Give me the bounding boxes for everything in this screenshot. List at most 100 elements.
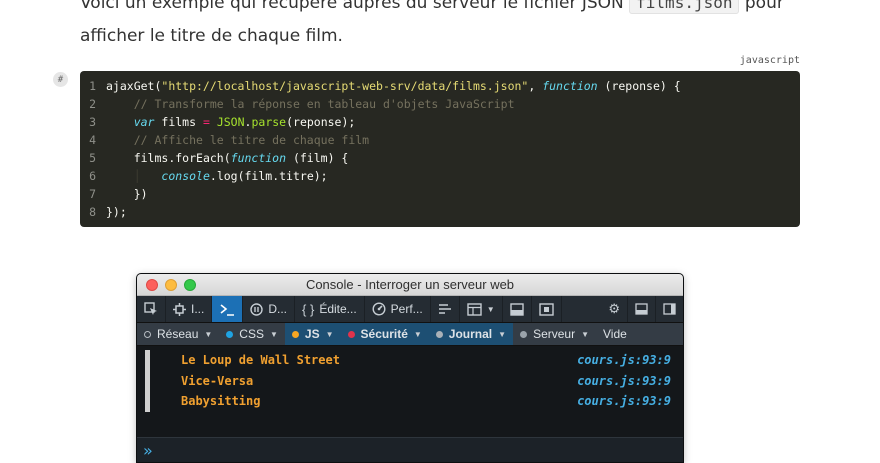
filter-logging-label: Journal [448,327,493,341]
log-source-link[interactable]: cours.js:93:9 [577,371,671,392]
code-token-comment: // Affiche le titre de chaque film [133,133,370,147]
log-message: Babysitting [181,394,261,408]
tab-inspector[interactable]: I... [166,296,213,322]
code-token-operator: = [202,115,210,129]
line-number: 2 [89,97,96,111]
filter-security[interactable]: Sécurité ▼ [340,323,429,345]
chevron-down-icon: ▼ [486,304,495,314]
code-token: (reponse); [286,115,356,129]
filter-logging[interactable]: Journal ▼ [428,323,514,345]
paragraph-text-suffix: pour [739,0,784,13]
article-paragraph: Voici un exemple qui récupère auprès du … [80,0,800,53]
tab-debugger[interactable]: D... [243,296,296,322]
filter-js[interactable]: JS ▼ [284,323,341,345]
line-number: 3 [89,115,96,129]
code-token: }) [133,187,148,201]
code-token: }); [106,205,127,219]
code-token-keyword: console [161,169,210,183]
tab-performance[interactable]: Perf... [365,296,431,322]
window-title: Console - Interroger un serveur web [305,277,515,292]
code-token-comment: // Transforme la réponse en tableau d'ob… [133,97,515,111]
log-source-link[interactable]: cours.js:93:9 [577,391,671,412]
filter-server[interactable]: Serveur ▼ [513,323,596,345]
tab-inspector-label: I... [191,302,205,316]
code-token: (reponse) { [597,79,681,93]
code-line: 4 // Affiche le titre de chaque film [80,131,800,149]
filter-network-label: Réseau [157,327,199,341]
code-token-string: "http://localhost/javascript-web-srv/dat… [161,79,529,93]
devtools-window: Console - Interroger un serveur web I...… [136,273,684,463]
chevron-down-icon: ▼ [204,329,213,339]
code-token-keyword: function [542,79,598,93]
dock-bottom-button[interactable] [628,296,656,322]
dock-side-icon [663,303,676,315]
clear-console-label: Vide [603,327,627,341]
console-icon [220,303,235,316]
css-dot-icon [226,330,234,338]
responsive-design-button[interactable] [532,296,562,322]
code-line: 8 }); [80,203,800,221]
code-line: 3 var films = JSON.parse(reponse); [80,113,800,131]
paragraph-line-2: afficher le titre de chaque film. [80,26,343,46]
code-token-method: parse [251,115,287,129]
dock-side-button[interactable] [656,296,683,322]
settings-button[interactable]: ⚙ [601,296,628,322]
pick-element-button[interactable] [137,296,166,322]
code-token-keyword: var [133,115,155,129]
js-dot-icon [291,330,299,338]
debugger-icon [250,302,264,316]
split-console-button[interactable] [503,296,532,322]
code-line: 1 ajaxGet("http://localhost/javascript-w… [80,77,800,95]
code-token-keyword: function [230,151,287,165]
paragraph-line-1: Voici un exemple qui récupère auprès du … [80,0,800,20]
log-marker [145,350,150,371]
frames-icon [466,302,482,316]
filter-network[interactable]: Réseau ▼ [137,323,219,345]
console-output: Le Loup de Wall Street cours.js:93:9 Vic… [137,347,683,439]
code-line: 5 films.forEach(function (film) { [80,149,800,167]
braces-icon: { } [302,301,315,317]
filter-security-label: Sécurité [360,327,408,341]
code-token: .log(film.titre); [209,169,328,183]
line-number: 1 [89,79,96,93]
console-log-row: Babysitting cours.js:93:9 [137,391,683,412]
log-message: Vice-Versa [181,373,254,388]
tab-console[interactable] [212,296,244,322]
line-number: 7 [89,187,96,201]
console-input[interactable]: » [137,437,683,462]
toolbox-options-dropdown[interactable]: ▼ [460,296,503,322]
filter-css[interactable]: CSS ▼ [219,323,285,345]
line-number: 8 [89,205,96,219]
clear-console-button[interactable]: Vide [596,323,627,345]
tab-style-editor[interactable]: { } Édite... [295,296,365,322]
code-token: ajaxGet( [106,79,162,93]
code-token: , [528,79,543,93]
anchor-link-icon[interactable]: # [53,72,68,87]
tab-network[interactable] [431,296,460,322]
code-token: films.forEach( [133,151,231,165]
line-number: 4 [89,133,96,147]
inspector-icon [173,302,186,316]
tab-style-editor-label: Édite... [319,302,357,316]
console-log-row: Le Loup de Wall Street cours.js:93:9 [137,350,683,371]
filter-server-label: Serveur [533,327,576,341]
double-chevron-icon: » [143,441,153,460]
network-dot-icon [144,330,151,338]
line-number: 6 [89,169,96,183]
chevron-down-icon: ▼ [581,329,590,339]
devtools-toolbar: I... D... { } Édite... Perf... ▼ ⚙ [137,296,683,323]
security-dot-icon [347,330,355,338]
log-marker [145,370,150,391]
network-icon [438,304,451,314]
code-line: 2 // Transforme la réponse en tableau d'… [80,95,800,113]
chevron-down-icon: ▼ [413,329,422,339]
logging-dot-icon [435,330,443,338]
log-source-link[interactable]: cours.js:93:9 [577,350,671,371]
pick-element-icon [144,302,157,315]
filter-js-label: JS [304,327,320,341]
performance-icon [372,302,386,316]
tab-performance-label: Perf... [390,302,423,316]
code-language-label: javascript [739,55,800,66]
console-log-row: Vice-Versa cours.js:93:9 [137,370,683,392]
